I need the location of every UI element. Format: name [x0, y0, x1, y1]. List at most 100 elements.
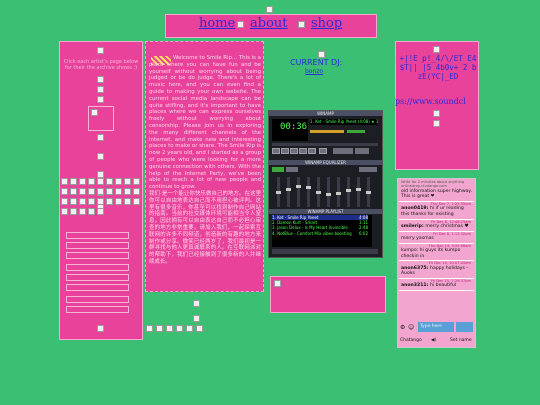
link-row[interactable]: [66, 274, 129, 281]
artist-thumb[interactable]: [133, 198, 140, 205]
eq-knob[interactable]: [276, 191, 281, 194]
eq-band-slider[interactable]: [366, 177, 371, 207]
button-icon[interactable]: [156, 325, 163, 332]
link-row[interactable]: [66, 232, 129, 239]
eq-knob[interactable]: [306, 186, 311, 189]
eq-knob[interactable]: [316, 191, 321, 194]
artist-thumb[interactable]: [106, 178, 113, 185]
eject-button[interactable]: [319, 148, 327, 154]
winamp-seek-bar[interactable]: [272, 143, 378, 146]
nav-shop-link[interactable]: shop: [311, 16, 342, 31]
stop-button[interactable]: [299, 148, 307, 154]
artist-thumb[interactable]: [70, 178, 77, 185]
artist-icon[interactable]: [97, 171, 104, 178]
artist-thumb[interactable]: [88, 188, 95, 195]
artist-thumb[interactable]: [124, 178, 131, 185]
artist-thumb[interactable]: [61, 198, 68, 205]
artist-thumb[interactable]: [106, 188, 113, 195]
button-icon[interactable]: [196, 325, 203, 332]
chat-send-button[interactable]: [456, 322, 473, 332]
set-name-link[interactable]: Set name: [450, 335, 472, 347]
eq-band-slider[interactable]: [326, 177, 331, 207]
link-row[interactable]: [66, 242, 129, 249]
eq-on-button[interactable]: [272, 167, 284, 172]
artist-thumb[interactable]: [79, 188, 86, 195]
artist-thumb[interactable]: [79, 178, 86, 185]
artist-icon[interactable]: [97, 134, 104, 141]
chat-input[interactable]: Type here: [418, 322, 454, 332]
artist-thumb[interactable]: [70, 198, 77, 205]
artist-thumb[interactable]: [79, 208, 86, 215]
chat-log[interactable]: Write for 2 minutes about anything onlin…: [399, 180, 474, 321]
sound-icon[interactable]: ◀): [431, 335, 436, 347]
artist-thumb[interactable]: [70, 208, 77, 215]
artist-thumb[interactable]: [97, 198, 104, 205]
playlist[interactable]: 4:08 1. Ket - Smile Rip Yeeet 3:11 2. Damon…: [272, 215, 372, 247]
artist-thumb[interactable]: [115, 188, 122, 195]
play-button[interactable]: [281, 148, 289, 154]
repeat-button[interactable]: [355, 148, 369, 154]
artist-thumb[interactable]: [61, 208, 68, 215]
soundcloud-link[interactable]: ps://www.soundcl: [395, 97, 485, 106]
link-row[interactable]: [66, 252, 129, 259]
artist-thumb[interactable]: [61, 188, 68, 195]
artist-thumb[interactable]: [79, 198, 86, 205]
eq-knob[interactable]: [286, 188, 291, 191]
eq-band-slider[interactable]: [336, 177, 341, 207]
eq-band-slider[interactable]: [306, 177, 311, 207]
eq-knob[interactable]: [366, 191, 371, 194]
artist-thumb[interactable]: [124, 198, 131, 205]
eq-band-slider[interactable]: [346, 177, 351, 207]
eq-band-slider[interactable]: [316, 177, 321, 207]
artist-thumb[interactable]: [133, 178, 140, 185]
playlist-controls[interactable]: [272, 249, 378, 254]
artist-thumb[interactable]: [97, 178, 104, 185]
chat-username[interactable]: anon0419:: [401, 206, 430, 211]
chat-avatar-icon[interactable]: ☺: [408, 324, 414, 331]
artist-icon[interactable]: [97, 96, 104, 103]
eq-band-slider[interactable]: [286, 177, 291, 207]
artist-thumb[interactable]: [88, 198, 95, 205]
artist-thumb[interactable]: [133, 188, 140, 195]
button-icon[interactable]: [166, 325, 173, 332]
artist-thumb[interactable]: [115, 178, 122, 185]
winamp-player[interactable]: WINAMP 00:36 1. Ket - Smile Rip Yeeet (4…: [268, 110, 383, 258]
link-row[interactable]: [66, 284, 129, 291]
winamp-volume-slider[interactable]: [310, 130, 344, 133]
link-row[interactable]: [66, 306, 129, 313]
shuffle-button[interactable]: [333, 148, 353, 154]
artist-thumb[interactable]: [97, 208, 104, 215]
playlist-item[interactable]: 6:02 4. NotBlue - Comfort Mix vibes boost…: [272, 231, 368, 236]
eq-knob[interactable]: [346, 189, 351, 192]
winamp-balance-slider[interactable]: [347, 130, 365, 133]
eq-band-slider[interactable]: [296, 177, 301, 207]
artist-thumb[interactable]: [88, 208, 95, 215]
artist-thumb[interactable]: [88, 178, 95, 185]
link-row[interactable]: [66, 264, 129, 271]
chat-username[interactable]: anon3211:: [401, 283, 430, 288]
artist-thumb[interactable]: [70, 188, 77, 195]
artist-thumb[interactable]: [61, 178, 68, 185]
button-icon[interactable]: [176, 325, 183, 332]
artist-icon[interactable]: [97, 325, 104, 332]
dj-name-link[interactable]: bonzo: [305, 68, 323, 75]
eq-knob[interactable]: [356, 188, 361, 191]
next-button[interactable]: [308, 148, 316, 154]
artist-icon[interactable]: [97, 153, 104, 160]
button-icon[interactable]: [146, 325, 153, 332]
artist-icon[interactable]: [97, 76, 104, 83]
eq-knob[interactable]: [296, 185, 301, 188]
chatango-link[interactable]: Chatango: [400, 338, 422, 343]
artist-thumb[interactable]: [115, 198, 122, 205]
chat-username[interactable]: anon6375:: [401, 266, 430, 271]
pause-button[interactable]: [290, 148, 298, 154]
eq-band-slider[interactable]: [356, 177, 361, 207]
nav-home-link[interactable]: home: [199, 16, 235, 31]
eq-band-slider[interactable]: [276, 177, 281, 207]
eq-presets-button[interactable]: [359, 167, 377, 172]
button-icon[interactable]: [186, 325, 193, 332]
eq-auto-button[interactable]: [286, 167, 298, 172]
artist-thumb[interactable]: [124, 188, 131, 195]
artist-frame[interactable]: [88, 106, 114, 131]
chat-settings-icon[interactable]: ⚙: [400, 324, 405, 331]
